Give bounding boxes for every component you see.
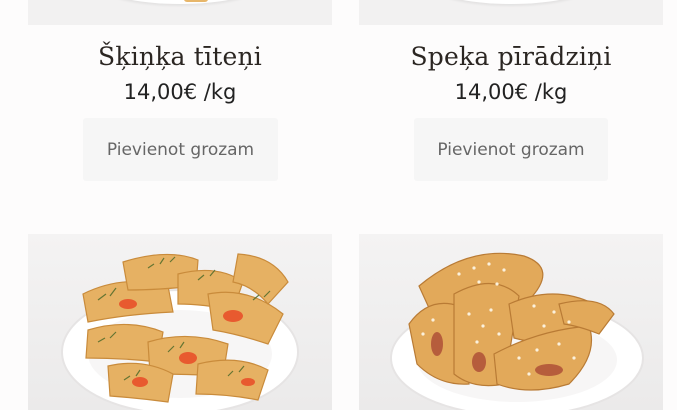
plate-icon (429, 0, 593, 4)
product-image-top[interactable] (28, 0, 332, 25)
sesame-triangle-pastries-plate-image (390, 252, 644, 410)
product-price: 14,00€ /kg (454, 80, 568, 104)
add-to-cart-button[interactable]: Pievienot grozam (83, 118, 278, 181)
product-image-sesame-pastries[interactable] (359, 234, 663, 410)
product-title[interactable]: Šķiņķa tīteņi (28, 42, 332, 71)
product-image-herb-rolls[interactable] (28, 234, 332, 410)
add-to-cart-button[interactable]: Pievienot grozam (414, 118, 608, 181)
pastry-icon (184, 0, 208, 2)
product-title[interactable]: Speķa pīrādziņi (359, 42, 663, 71)
product-image-top[interactable] (359, 0, 663, 25)
product-price: 14,00€ /kg (123, 80, 237, 104)
herb-cheese-rolls-plate-image (61, 253, 299, 410)
plate-icon (98, 0, 262, 4)
